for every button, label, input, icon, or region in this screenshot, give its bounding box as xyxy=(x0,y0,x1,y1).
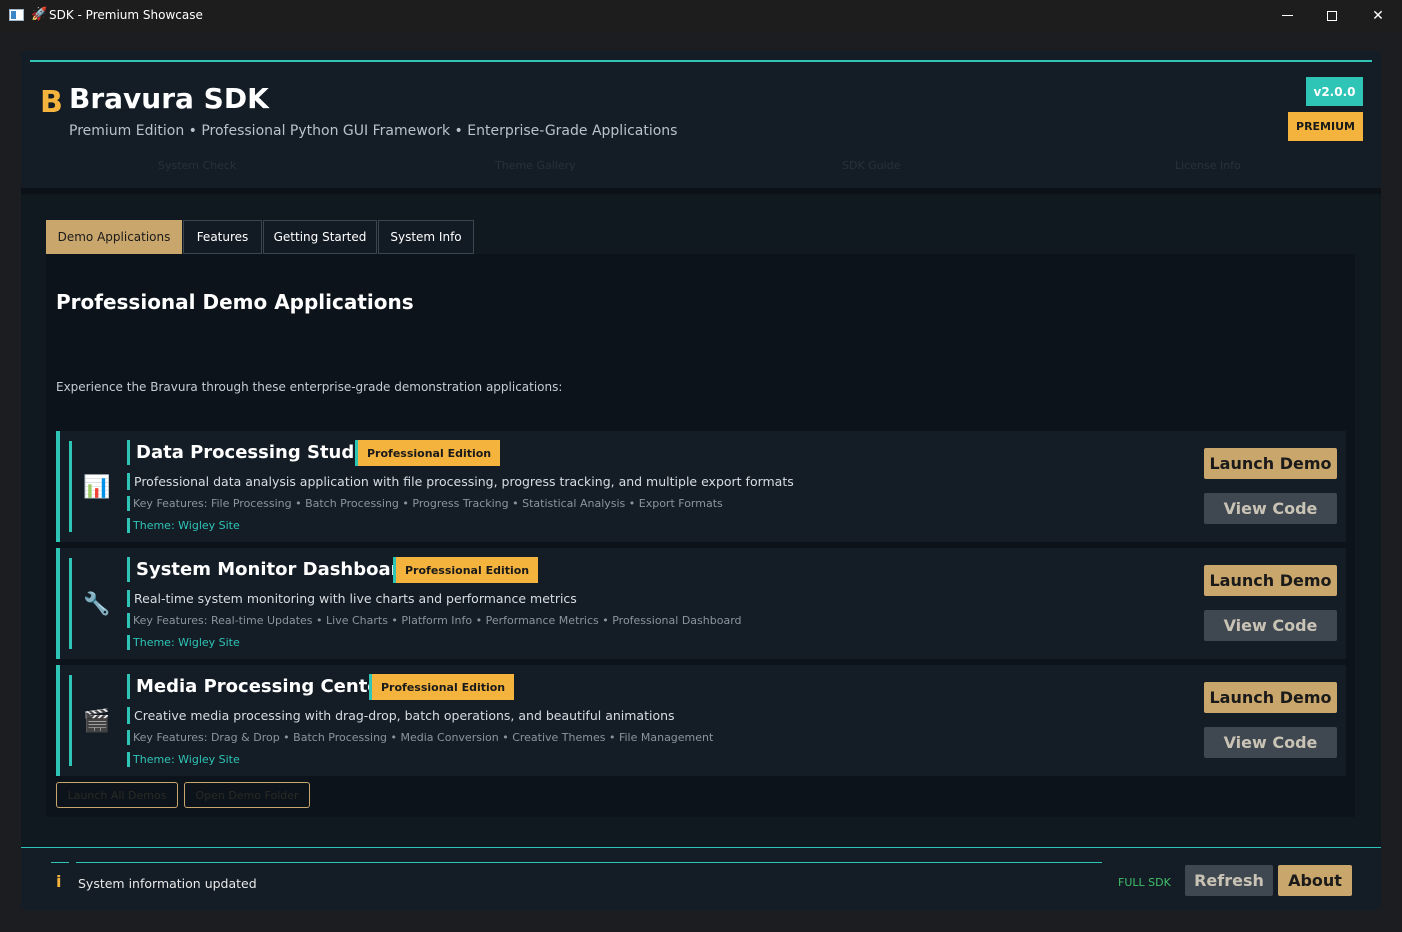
edition-badge: Professional Edition xyxy=(393,557,539,583)
open-demo-folder-button[interactable]: Open Demo Folder xyxy=(184,782,310,808)
tab-demo-applications[interactable]: Demo Applications xyxy=(46,220,182,254)
view-code-button[interactable]: View Code xyxy=(1204,493,1337,524)
maximize-icon xyxy=(1327,10,1337,21)
features-marker xyxy=(127,496,130,511)
header-divider xyxy=(21,188,1381,194)
demo-card-data-processing: 📊 Data Processing Studio Professional Ed… xyxy=(56,431,1346,542)
quick-link-sdk-guide[interactable]: SDK Guide xyxy=(842,159,900,172)
close-icon: ✕ xyxy=(1372,7,1384,24)
tab-system-info[interactable]: System Info xyxy=(378,220,474,254)
view-code-button[interactable]: View Code xyxy=(1204,727,1337,758)
header: B Bravura SDK Premium Edition • Professi… xyxy=(21,51,1381,194)
maximize-button[interactable] xyxy=(1309,0,1355,31)
app-window: B Bravura SDK Premium Edition • Professi… xyxy=(0,31,1402,932)
brand-title: Bravura SDK xyxy=(69,82,269,115)
card-inner-bar xyxy=(69,558,72,649)
demo-theme: Theme: Wigley Site xyxy=(133,753,240,766)
logo-icon: B xyxy=(40,85,63,120)
demo-features: Key Features: Real-time Updates • Live C… xyxy=(133,614,742,627)
card-accent-bar xyxy=(56,665,60,776)
status-divider xyxy=(21,847,1381,848)
wrench-icon: 🔧 xyxy=(83,591,111,617)
demo-description: Real-time system monitoring with live ch… xyxy=(134,591,577,606)
about-button[interactable]: About xyxy=(1278,865,1352,896)
features-marker xyxy=(127,730,130,745)
refresh-button[interactable]: Refresh xyxy=(1185,865,1273,896)
card-accent-bar xyxy=(56,431,60,542)
version-badge: v2.0.0 xyxy=(1306,77,1363,106)
section-heading: Professional Demo Applications xyxy=(56,290,414,314)
status-bar: i System information updated FULL SDK Re… xyxy=(21,847,1381,910)
quick-link-license-info[interactable]: License Info xyxy=(1175,159,1241,172)
status-accent-line xyxy=(51,862,69,863)
demo-theme: Theme: Wigley Site xyxy=(133,519,240,532)
tab-features[interactable]: Features xyxy=(183,220,262,254)
window-titlebar: 🚀 SDK - Premium Showcase ✕ xyxy=(0,0,1402,31)
demo-applications-panel: Professional Demo Applications Experienc… xyxy=(46,254,1355,817)
tab-getting-started[interactable]: Getting Started xyxy=(263,220,377,254)
demo-theme: Theme: Wigley Site xyxy=(133,636,240,649)
title-marker xyxy=(127,440,130,465)
clapperboard-icon: 🎬 xyxy=(83,708,111,734)
minimize-button[interactable] xyxy=(1264,0,1310,31)
edition-badge: Professional Edition xyxy=(355,440,501,466)
minimize-icon xyxy=(1281,15,1293,16)
launch-demo-button[interactable]: Launch Demo xyxy=(1204,565,1337,596)
bar-chart-icon: 📊 xyxy=(83,474,111,500)
title-marker xyxy=(127,674,130,699)
demo-card-media-processing: 🎬 Media Processing Center Professional E… xyxy=(56,665,1346,776)
theme-marker xyxy=(127,752,130,767)
desc-marker xyxy=(127,473,130,490)
theme-marker xyxy=(127,518,130,533)
rocket-icon: 🚀 xyxy=(31,7,48,22)
sdk-mode-label: FULL SDK xyxy=(1118,876,1171,889)
window-title: SDK - Premium Showcase xyxy=(49,8,203,22)
view-code-button[interactable]: View Code xyxy=(1204,610,1337,641)
premium-badge: PREMIUM xyxy=(1288,112,1363,141)
status-accent-line xyxy=(76,862,1102,863)
status-message: System information updated xyxy=(78,876,257,891)
demo-description: Creative media processing with drag-drop… xyxy=(134,708,675,723)
launch-demo-button[interactable]: Launch Demo xyxy=(1204,448,1337,479)
brand-subtitle: Premium Edition • Professional Python GU… xyxy=(69,123,678,139)
theme-marker xyxy=(127,635,130,650)
demo-title: System Monitor Dashboard xyxy=(136,559,413,580)
demo-features: Key Features: File Processing • Batch Pr… xyxy=(133,497,723,510)
features-marker xyxy=(127,613,130,628)
desc-marker xyxy=(127,590,130,607)
info-icon: i xyxy=(56,872,62,891)
demo-features: Key Features: Drag & Drop • Batch Proces… xyxy=(133,731,714,744)
launch-demo-button[interactable]: Launch Demo xyxy=(1204,682,1337,713)
quick-link-system-check[interactable]: System Check xyxy=(158,159,236,172)
card-accent-bar xyxy=(56,548,60,659)
demo-title: Data Processing Studio xyxy=(136,442,373,463)
demo-description: Professional data analysis application w… xyxy=(134,474,794,489)
title-marker xyxy=(127,557,130,582)
desc-marker xyxy=(127,707,130,724)
window-app-icon xyxy=(9,9,24,21)
edition-badge: Professional Edition xyxy=(369,674,515,700)
main-panel: B Bravura SDK Premium Edition • Professi… xyxy=(21,51,1381,910)
header-accent-line xyxy=(30,60,1372,62)
card-inner-bar xyxy=(69,675,72,766)
demo-title: Media Processing Center xyxy=(136,676,389,697)
section-intro: Experience the Bravura through these ent… xyxy=(56,380,563,394)
close-button[interactable]: ✕ xyxy=(1355,0,1401,31)
card-inner-bar xyxy=(69,441,72,532)
quick-link-theme-gallery[interactable]: Theme Gallery xyxy=(495,159,576,172)
demo-card-system-monitor: 🔧 System Monitor Dashboard Professional … xyxy=(56,548,1346,659)
launch-all-demos-button[interactable]: Launch All Demos xyxy=(56,782,178,808)
quick-links-bar: System Check Theme Gallery SDK Guide Lic… xyxy=(21,159,1381,179)
